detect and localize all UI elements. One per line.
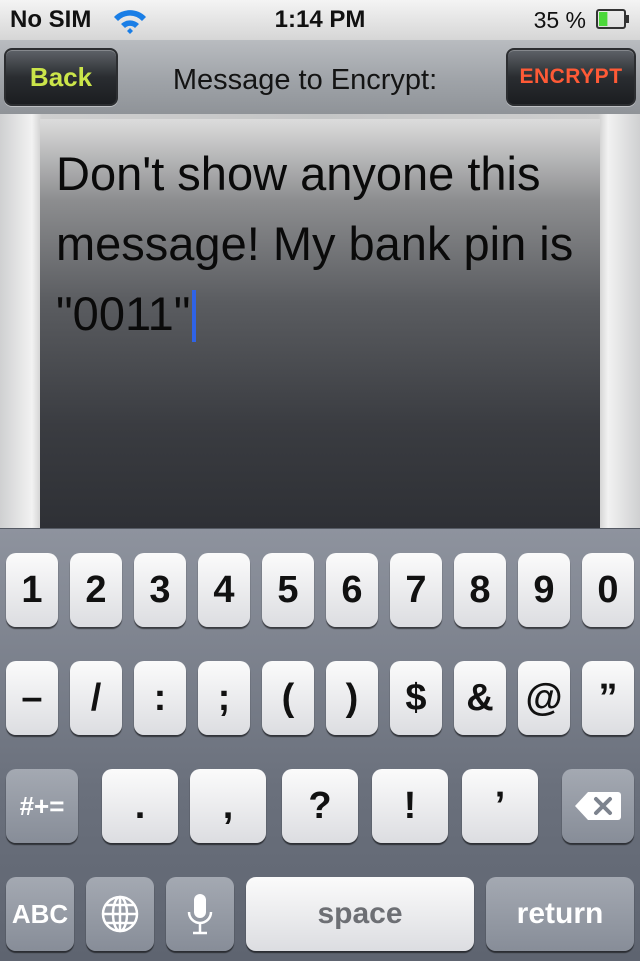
key-colon[interactable]: :: [134, 661, 186, 735]
key-slash[interactable]: /: [70, 661, 122, 735]
key-3[interactable]: 3: [134, 553, 186, 627]
keyboard: 1 2 3 4 5 6 7 8 9 0 – / : ; ( ) $ & @ ” …: [0, 528, 640, 961]
backspace-key[interactable]: [562, 769, 634, 843]
abc-key[interactable]: ABC: [6, 877, 74, 951]
globe-key[interactable]: [86, 877, 154, 951]
text-cursor: [192, 290, 197, 342]
key-at[interactable]: @: [518, 661, 570, 735]
key-dollar[interactable]: $: [390, 661, 442, 735]
key-4[interactable]: 4: [198, 553, 250, 627]
key-0[interactable]: 0: [582, 553, 634, 627]
symbols-shift-key[interactable]: #+=: [6, 769, 78, 843]
key-6[interactable]: 6: [326, 553, 378, 627]
key-dash[interactable]: –: [6, 661, 58, 735]
globe-icon: [101, 895, 139, 933]
navigation-bar: Back Message to Encrypt: ENCRYPT: [0, 40, 640, 114]
key-1[interactable]: 1: [6, 553, 58, 627]
key-5[interactable]: 5: [262, 553, 314, 627]
battery-percent: 35 %: [533, 7, 586, 33]
key-8[interactable]: 8: [454, 553, 506, 627]
backspace-icon: [575, 792, 621, 820]
message-text: Don't show anyone this message! My bank …: [56, 147, 574, 340]
space-key[interactable]: space: [246, 877, 474, 951]
key-7[interactable]: 7: [390, 553, 442, 627]
key-semicolon[interactable]: ;: [198, 661, 250, 735]
key-comma[interactable]: ,: [190, 769, 266, 843]
dictation-key[interactable]: [166, 877, 234, 951]
key-9[interactable]: 9: [518, 553, 570, 627]
mic-icon: [187, 894, 213, 935]
return-key[interactable]: return: [486, 877, 634, 951]
key-period[interactable]: .: [102, 769, 178, 843]
page-title: Message to Encrypt:: [172, 64, 438, 96]
key-exclamation[interactable]: !: [372, 769, 448, 843]
encrypt-button[interactable]: ENCRYPT: [506, 48, 636, 106]
message-text-wrapper: Don't show anyone this message! My bank …: [56, 139, 576, 349]
key-quote[interactable]: ”: [582, 661, 634, 735]
back-button[interactable]: Back: [4, 48, 118, 106]
battery-icon: [596, 9, 629, 29]
key-open-paren[interactable]: (: [262, 661, 314, 735]
status-bar: No SIM 1:14 PM 35 %: [0, 0, 640, 40]
key-apostrophe[interactable]: ’: [462, 769, 538, 843]
key-ampersand[interactable]: &: [454, 661, 506, 735]
key-question[interactable]: ?: [282, 769, 358, 843]
message-text-area[interactable]: Don't show anyone this message! My bank …: [40, 119, 600, 528]
key-2[interactable]: 2: [70, 553, 122, 627]
key-close-paren[interactable]: ): [326, 661, 378, 735]
